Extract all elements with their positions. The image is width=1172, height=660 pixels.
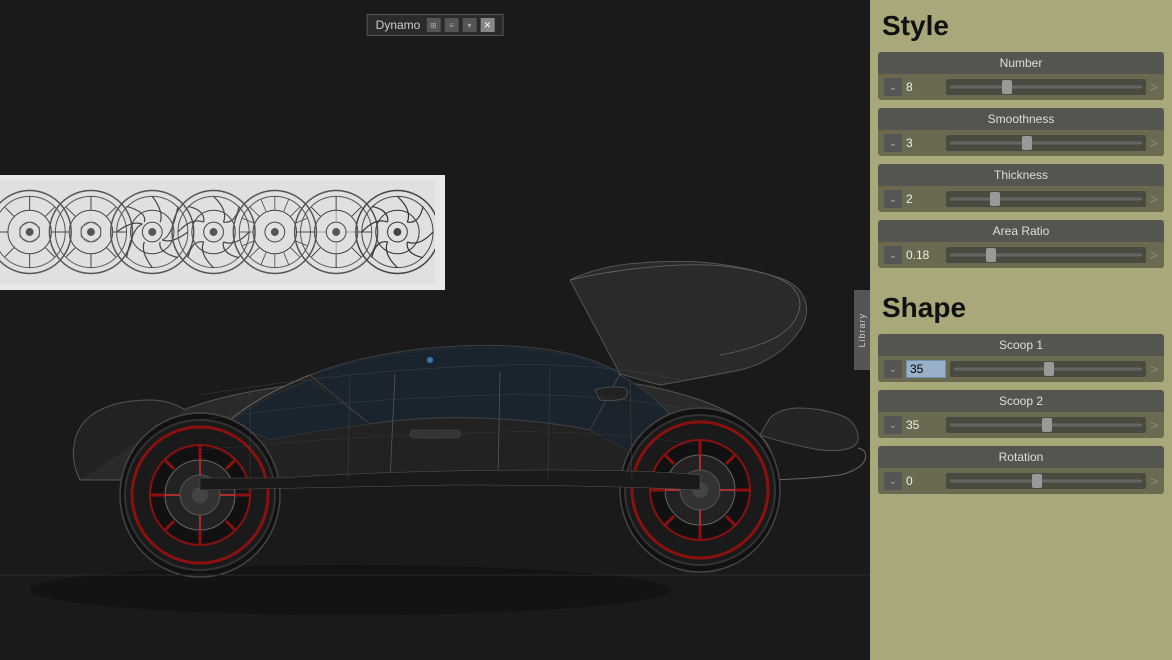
wheel-strip-svg [0, 180, 435, 285]
thickness-arrow[interactable]: > [1150, 191, 1158, 207]
scoop2-slider[interactable] [946, 417, 1146, 433]
number-arrow[interactable]: > [1150, 79, 1158, 95]
smoothness-header: Smoothness [878, 108, 1164, 130]
rotation-control-group: Rotation ⌄ 0 > [878, 446, 1164, 494]
thickness-chevron[interactable]: ⌄ [884, 190, 902, 208]
smoothness-arrow[interactable]: > [1150, 135, 1158, 151]
scoop1-input[interactable] [906, 360, 946, 378]
smoothness-row: ⌄ 3 > [878, 130, 1164, 156]
3d-viewport: Dynamo ⊞ ≡ ▾ ✕ Library [0, 0, 870, 660]
rotation-header: Rotation [878, 446, 1164, 468]
car-scene [0, 0, 870, 660]
car-svg [0, 0, 870, 660]
rotation-value: 0 [906, 474, 942, 488]
thickness-row: ⌄ 2 > [878, 186, 1164, 212]
number-slider[interactable] [946, 79, 1146, 95]
dynamo-list-icon[interactable]: ≡ [444, 18, 458, 32]
rotation-arrow[interactable]: > [1150, 473, 1158, 489]
dynamo-icons: ⊞ ≡ ▾ ✕ [426, 18, 494, 32]
scoop2-control-group: Scoop 2 ⌄ 35 > [878, 390, 1164, 438]
rotation-row: ⌄ 0 > [878, 468, 1164, 494]
thickness-control-group: Thickness ⌄ 2 > [878, 164, 1164, 212]
dynamo-close-icon[interactable]: ✕ [480, 18, 494, 32]
library-tab[interactable]: Library [854, 290, 870, 370]
smoothness-chevron[interactable]: ⌄ [884, 134, 902, 152]
scoop1-chevron[interactable]: ⌄ [884, 360, 902, 378]
area-ratio-slider[interactable] [946, 247, 1146, 263]
scoop1-slider[interactable] [950, 361, 1146, 377]
scoop2-arrow[interactable]: > [1150, 417, 1158, 433]
area-ratio-control-group: Area Ratio ⌄ 0.18 > [878, 220, 1164, 268]
dynamo-grid-icon[interactable]: ⊞ [426, 18, 440, 32]
library-tab-label: Library [857, 313, 867, 348]
thickness-slider[interactable] [946, 191, 1146, 207]
area-ratio-value: 0.18 [906, 248, 942, 262]
number-control-group: Number ⌄ 8 > [878, 52, 1164, 100]
area-ratio-header: Area Ratio [878, 220, 1164, 242]
dynamo-label: Dynamo [376, 18, 421, 32]
dynamo-menu-icon[interactable]: ▾ [462, 18, 476, 32]
scoop1-control-group: Scoop 1 ⌄ > [878, 334, 1164, 382]
scoop2-header: Scoop 2 [878, 390, 1164, 412]
area-ratio-row: ⌄ 0.18 > [878, 242, 1164, 268]
rotation-slider[interactable] [946, 473, 1146, 489]
scoop1-header: Scoop 1 [878, 334, 1164, 356]
smoothness-slider[interactable] [946, 135, 1146, 151]
area-ratio-chevron[interactable]: ⌄ [884, 246, 902, 264]
smoothness-value: 3 [906, 136, 942, 150]
right-panel: Style Number ⌄ 8 > Smoothness ⌄ 3 > Thi [870, 0, 1172, 660]
area-ratio-arrow[interactable]: > [1150, 247, 1158, 263]
number-header: Number [878, 52, 1164, 74]
scoop2-row: ⌄ 35 > [878, 412, 1164, 438]
scoop1-row: ⌄ > [878, 356, 1164, 382]
scoop2-chevron[interactable]: ⌄ [884, 416, 902, 434]
number-row: ⌄ 8 > [878, 74, 1164, 100]
thickness-value: 2 [906, 192, 942, 206]
style-section-title: Style [882, 10, 1164, 42]
dynamo-bar[interactable]: Dynamo ⊞ ≡ ▾ ✕ [367, 14, 504, 36]
shape-section-title: Shape [882, 292, 1164, 324]
number-value: 8 [906, 80, 942, 94]
smoothness-control-group: Smoothness ⌄ 3 > [878, 108, 1164, 156]
number-chevron[interactable]: ⌄ [884, 78, 902, 96]
scoop1-arrow[interactable]: > [1150, 361, 1158, 377]
wheel-strip [0, 175, 445, 290]
thickness-header: Thickness [878, 164, 1164, 186]
rotation-chevron[interactable]: ⌄ [884, 472, 902, 490]
scoop2-value: 35 [906, 418, 942, 432]
